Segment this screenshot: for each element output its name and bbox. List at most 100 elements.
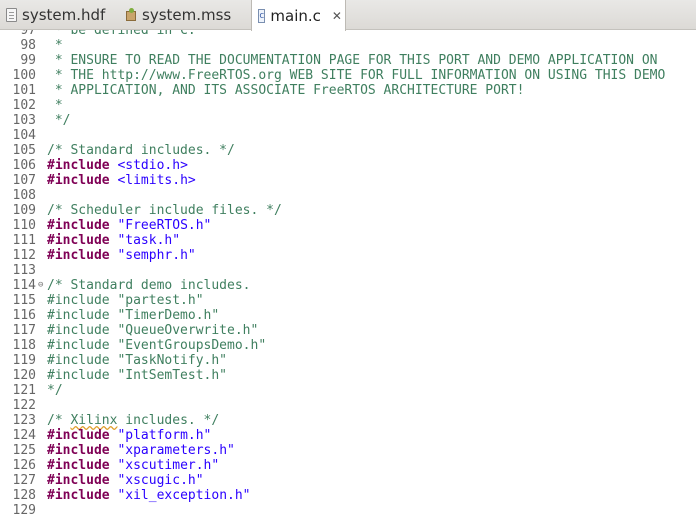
code-token: #include <box>47 428 110 443</box>
code-token: #include <box>47 248 110 263</box>
fold-gutter <box>38 368 47 383</box>
line-number: 104 <box>12 128 36 143</box>
line-number: 115 <box>12 293 36 308</box>
line-source: #include "TaskNotify.h" <box>47 353 227 368</box>
line-number: 113 <box>12 263 36 278</box>
code-line[interactable]: 120 #include "IntSemTest.h" <box>0 368 665 383</box>
code-line[interactable]: 107 #include <limits.h> <box>0 173 665 188</box>
line-source: #include "task.h" <box>47 233 180 248</box>
code-line[interactable]: 100 * THE http://www.FreeRTOS.org WEB SI… <box>0 68 666 83</box>
code-line[interactable]: 126 #include "xscutimer.h" <box>0 458 665 473</box>
line-source: * <box>47 98 63 113</box>
code-line[interactable]: 118 #include "EventGroupsDemo.h" <box>0 338 665 353</box>
line-number: 101 <box>12 83 36 98</box>
code-lines: 97 * be defined in C. 98 * 99 * ENSURE TO … <box>0 30 666 514</box>
line-source: #include "FreeRTOS.h" <box>47 218 211 233</box>
line-source: * <box>47 38 63 53</box>
code-token: /* <box>47 413 71 428</box>
code-token: #include "QueueOverwrite.h" <box>47 323 259 338</box>
code-line[interactable]: 104 <box>0 128 665 143</box>
code-line[interactable]: 101 * APPLICATION, AND ITS ASSOCIATE Fre… <box>0 83 665 98</box>
fold-gutter <box>38 443 47 458</box>
line-number: 120 <box>12 368 36 383</box>
code-token: #include "partest.h" <box>47 293 204 308</box>
code-token: #include <box>47 218 110 233</box>
line-number: 125 <box>12 443 36 458</box>
code-token: #include <box>47 443 110 458</box>
fold-gutter <box>38 338 47 353</box>
line-source: * be defined in C. <box>47 30 196 38</box>
code-line[interactable]: 119 #include "TaskNotify.h" <box>0 353 665 368</box>
code-line[interactable]: 128 #include "xil_exception.h" <box>0 488 665 503</box>
code-line[interactable]: 121 */ <box>0 383 665 398</box>
line-source: */ <box>47 113 71 128</box>
line-source: #include "semphr.h" <box>47 248 196 263</box>
code-line[interactable]: 117 #include "QueueOverwrite.h" <box>0 323 665 338</box>
line-number: 102 <box>12 98 36 113</box>
code-token: #include <box>47 233 110 248</box>
line-source: #include "IntSemTest.h" <box>47 368 227 383</box>
code-token: includes. */ <box>117 413 220 428</box>
code-line[interactable]: 106 #include <stdio.h> <box>0 158 665 173</box>
code-line[interactable]: 102 * <box>0 98 665 113</box>
line-source: #include "xscugic.h" <box>47 473 204 488</box>
code-line[interactable]: 129 <box>0 503 665 514</box>
code-line[interactable]: 113 <box>0 263 665 278</box>
fold-gutter <box>38 308 47 323</box>
code-line[interactable]: 105 /* Standard includes. */ <box>0 143 665 158</box>
code-line[interactable]: 97 * be defined in C. <box>0 30 665 38</box>
fold-gutter <box>38 428 47 443</box>
tab-main-c[interactable]: c main.c ✕ <box>251 0 346 31</box>
fold-gutter <box>38 158 47 173</box>
tab-system-mss[interactable]: system.mss <box>120 0 250 30</box>
fold-gutter <box>38 248 47 263</box>
code-line[interactable]: 125 #include "xparameters.h" <box>0 443 665 458</box>
line-number: 117 <box>12 323 36 338</box>
code-line[interactable]: 98 * <box>0 38 665 53</box>
code-token: "xscugic.h" <box>117 473 204 488</box>
code-line[interactable]: 116 #include "TimerDemo.h" <box>0 308 665 323</box>
code-token: * <box>47 38 63 53</box>
code-line[interactable]: 127 #include "xscugic.h" <box>0 473 665 488</box>
line-number: 100 <box>12 68 36 83</box>
fold-gutter <box>38 473 47 488</box>
code-token: "xil_exception.h" <box>117 488 251 503</box>
code-line[interactable]: 109 /* Scheduler include files. */ <box>0 203 665 218</box>
tab-label: main.c <box>270 6 321 25</box>
code-token: /* Standard demo includes. <box>47 278 251 293</box>
code-line[interactable]: 110 #include "FreeRTOS.h" <box>0 218 665 233</box>
line-source: #include "TimerDemo.h" <box>47 308 219 323</box>
fold-gutter <box>38 38 47 53</box>
code-token: #include <box>47 458 110 473</box>
code-line[interactable]: 114 ⊖/* Standard demo includes. <box>0 278 665 293</box>
line-number: 128 <box>12 488 36 503</box>
line-source: /* Standard demo includes. <box>47 278 251 293</box>
code-line[interactable]: 122 <box>0 398 665 413</box>
line-number: 109 <box>12 203 36 218</box>
code-line[interactable]: 108 <box>0 188 665 203</box>
code-line[interactable]: 124 #include "platform.h" <box>0 428 665 443</box>
code-line[interactable]: 115 #include "partest.h" <box>0 293 665 308</box>
code-token: * THE http://www.FreeRTOS.org WEB SITE F… <box>47 68 666 83</box>
tab-system-hdf[interactable]: system.hdf <box>0 0 118 30</box>
fold-toggle-icon[interactable]: ⊖ <box>38 278 47 293</box>
code-line[interactable]: 112 #include "semphr.h" <box>0 248 665 263</box>
code-token: "xscutimer.h" <box>117 458 220 473</box>
code-token: */ <box>47 383 63 398</box>
code-line[interactable]: 111 #include "task.h" <box>0 233 665 248</box>
editor-tab-bar: system.hdf system.mss c main.c ✕ <box>0 0 696 31</box>
line-source: /* Xilinx includes. */ <box>47 413 219 428</box>
code-token: "xparameters.h" <box>117 443 235 458</box>
code-token: #include "EventGroupsDemo.h" <box>47 338 267 353</box>
code-line[interactable]: 99 * ENSURE TO READ THE DOCUMENTATION PA… <box>0 53 665 68</box>
line-number: 121 <box>12 383 36 398</box>
line-source: * ENSURE TO READ THE DOCUMENTATION PAGE … <box>47 53 658 68</box>
code-token: "FreeRTOS.h" <box>117 218 212 233</box>
code-line[interactable]: 103 */ <box>0 113 665 128</box>
code-editor[interactable]: 97 * be defined in C. 98 * 99 * ENSURE TO … <box>0 30 696 514</box>
code-line[interactable]: 123 /* Xilinx includes. */ <box>0 413 665 428</box>
fold-gutter <box>38 143 47 158</box>
close-icon[interactable]: ✕ <box>332 9 342 23</box>
fold-gutter <box>38 458 47 473</box>
line-number: 98 <box>20 38 36 53</box>
